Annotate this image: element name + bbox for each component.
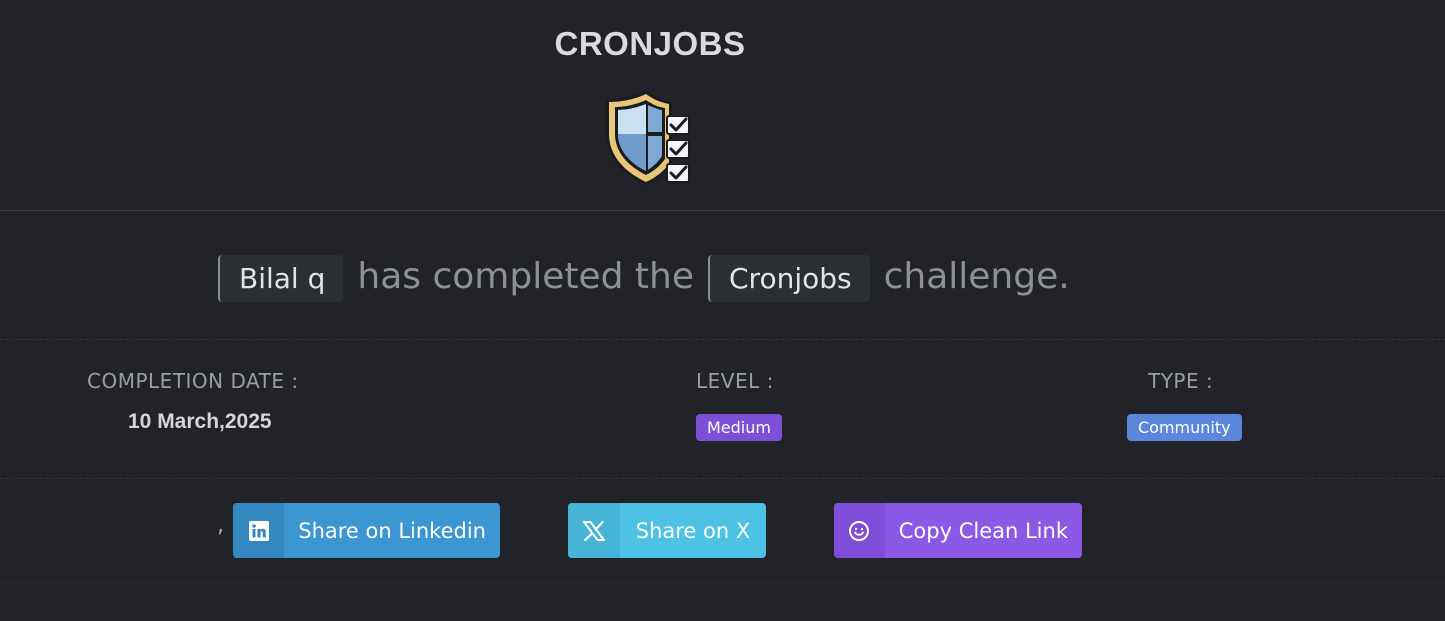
certificate-header: CRONJOBS [0, 0, 1445, 211]
challenge-name-chip: Cronjobs [708, 254, 870, 302]
share-bar: , Share on Linkedin Share on X Copy Clea… [0, 479, 1445, 584]
share-linkedin-button[interactable]: Share on Linkedin [233, 503, 500, 558]
linkedin-icon [233, 503, 285, 558]
user-name-chip: Bilal q [218, 254, 344, 302]
share-linkedin-label: Share on Linkedin [298, 518, 486, 543]
level-badge: Medium [696, 414, 782, 441]
challenge-meta: COMPLETION DATE : 10 March,2025 LEVEL : … [0, 340, 1445, 479]
statement-line: Bilal q has completed the Cronjobs chall… [218, 254, 1084, 302]
completion-date-value: 10 March,2025 [128, 410, 272, 433]
separator-text: , [217, 513, 224, 538]
level-label: LEVEL : [696, 369, 774, 393]
challenge-title: CRONJOBS [554, 25, 746, 62]
statement-middle-text: has completed the [357, 255, 694, 297]
type-badge: Community [1127, 414, 1242, 441]
share-x-button[interactable]: Share on X [568, 503, 766, 558]
share-x-label: Share on X [635, 518, 751, 543]
x-logo-icon [568, 503, 620, 558]
completion-statement: Bilal q has completed the Cronjobs chall… [0, 211, 1445, 340]
type-label: TYPE : [1148, 369, 1214, 393]
statement-end-text: challenge. [883, 255, 1070, 297]
smiley-icon [834, 503, 885, 558]
copy-clean-link-label: Copy Clean Link [898, 518, 1068, 543]
completion-date-label: COMPLETION DATE : [87, 369, 299, 393]
shield-checklist-icon [606, 91, 690, 185]
copy-clean-link-button[interactable]: Copy Clean Link [834, 503, 1082, 558]
